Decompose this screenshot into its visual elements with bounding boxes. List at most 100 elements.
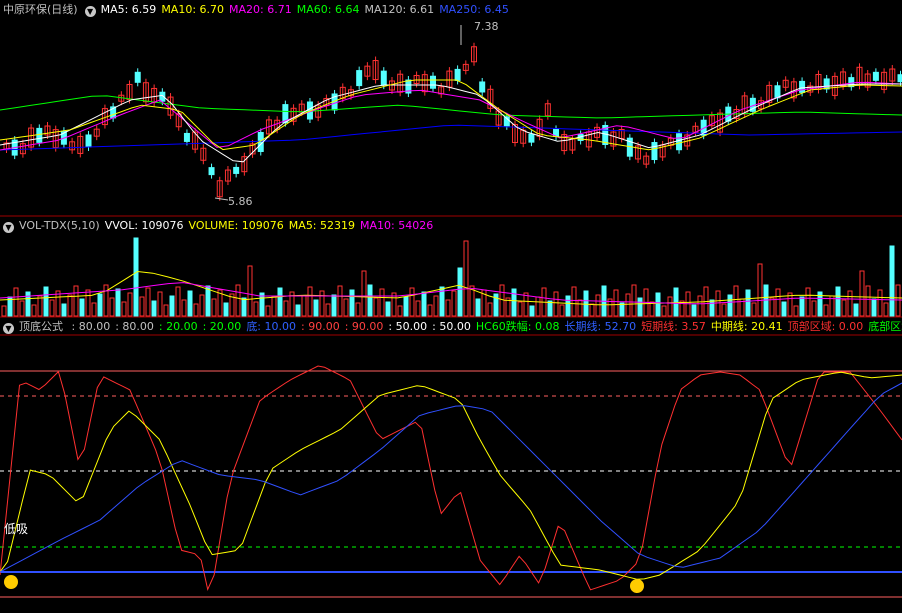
volume-bar <box>859 270 865 317</box>
volume-bar <box>871 298 877 317</box>
volume-bar <box>613 289 619 317</box>
candle <box>134 71 141 83</box>
volume-bar <box>199 294 205 317</box>
volume-bar <box>811 300 817 317</box>
volume-bar <box>115 288 121 317</box>
volume-bar <box>799 296 805 317</box>
volume-bar <box>847 290 853 317</box>
volume-bar <box>367 284 373 317</box>
volume-bar <box>475 298 481 317</box>
volume-bar <box>547 300 553 317</box>
volume-bar <box>211 298 217 317</box>
volume-bar <box>379 288 385 317</box>
candle <box>356 70 363 87</box>
volume-bar <box>583 290 589 317</box>
volume-bar <box>727 294 733 317</box>
volume-bar <box>43 286 49 317</box>
short-term-line <box>0 365 902 591</box>
volume-bar <box>169 295 175 317</box>
candle <box>479 81 486 93</box>
volume-bar <box>355 302 361 317</box>
volume-bar <box>133 237 139 317</box>
volume-bar <box>409 287 415 317</box>
volume-bar <box>733 285 739 317</box>
volume-bar <box>331 294 337 317</box>
volume-bar <box>1 305 7 317</box>
volume-bar <box>37 295 43 317</box>
volume-bar <box>127 292 133 317</box>
volume-bar <box>619 302 625 317</box>
volume-bar <box>121 301 127 317</box>
volume-bar <box>523 292 529 317</box>
volume-bar <box>319 290 325 317</box>
volume-bar <box>205 285 211 317</box>
volume-bar <box>223 302 229 317</box>
volume-bar <box>97 293 103 317</box>
volume-bar <box>553 291 559 317</box>
volume-bar <box>517 301 523 317</box>
volume-bar <box>349 289 355 317</box>
volume-bar <box>193 303 199 317</box>
candle <box>233 166 240 174</box>
candle <box>183 132 190 142</box>
volume-bar <box>421 291 427 317</box>
candle <box>651 142 658 161</box>
volume-bar <box>559 304 565 317</box>
volume-bar <box>757 263 763 317</box>
volume-bar <box>451 290 457 317</box>
volume-bar <box>385 301 391 317</box>
volume-bar <box>139 296 145 317</box>
candle <box>429 75 436 89</box>
volume-bar <box>67 294 73 317</box>
volume-bar <box>457 267 463 317</box>
volume-bar <box>247 265 253 317</box>
ma250-line <box>0 124 902 151</box>
volume-bar <box>877 289 883 317</box>
volume-bar <box>145 287 151 317</box>
volume-bar <box>31 304 37 317</box>
volume-bar <box>277 287 283 317</box>
volume-bar <box>535 296 541 317</box>
volume-bar <box>187 290 193 317</box>
volume-bar <box>697 295 703 317</box>
volume-bar <box>889 245 895 317</box>
volume-bar <box>61 303 67 317</box>
volume-bar <box>853 303 859 317</box>
candle <box>85 134 92 148</box>
volume-bar <box>253 301 259 317</box>
volume-bar <box>337 285 343 317</box>
volume-bar <box>307 286 313 317</box>
volume-bar <box>775 288 781 317</box>
candle <box>799 80 806 93</box>
volume-bar <box>865 285 871 317</box>
volume-bar <box>841 299 847 317</box>
volume-bar <box>667 296 673 317</box>
volume-bar <box>85 289 91 317</box>
volume-bar <box>427 304 433 317</box>
volume-bar <box>655 292 661 317</box>
candle <box>380 70 387 86</box>
volume-bar <box>19 300 25 317</box>
stock-chart[interactable] <box>0 0 902 613</box>
volume-bar <box>895 284 901 317</box>
volume-bar <box>373 297 379 317</box>
volume-bar <box>661 305 667 317</box>
volume-bar <box>751 302 757 317</box>
volume-bar <box>301 295 307 317</box>
volume-bar <box>55 290 61 317</box>
volume-bar <box>265 305 271 317</box>
volume-bar <box>271 296 277 317</box>
candle <box>208 167 215 176</box>
volume-bar <box>241 297 247 317</box>
volume-bar <box>157 291 163 317</box>
candle <box>528 133 535 143</box>
volume-bar <box>283 300 289 317</box>
volume-bar <box>235 284 241 317</box>
volume-bar <box>721 303 727 317</box>
buy-signal-label: 低吸 <box>4 522 29 536</box>
volume-bar <box>403 296 409 317</box>
candle <box>454 68 461 81</box>
volume-bar <box>565 295 571 317</box>
volume-bar <box>463 240 469 317</box>
smiley-icon <box>4 575 18 589</box>
